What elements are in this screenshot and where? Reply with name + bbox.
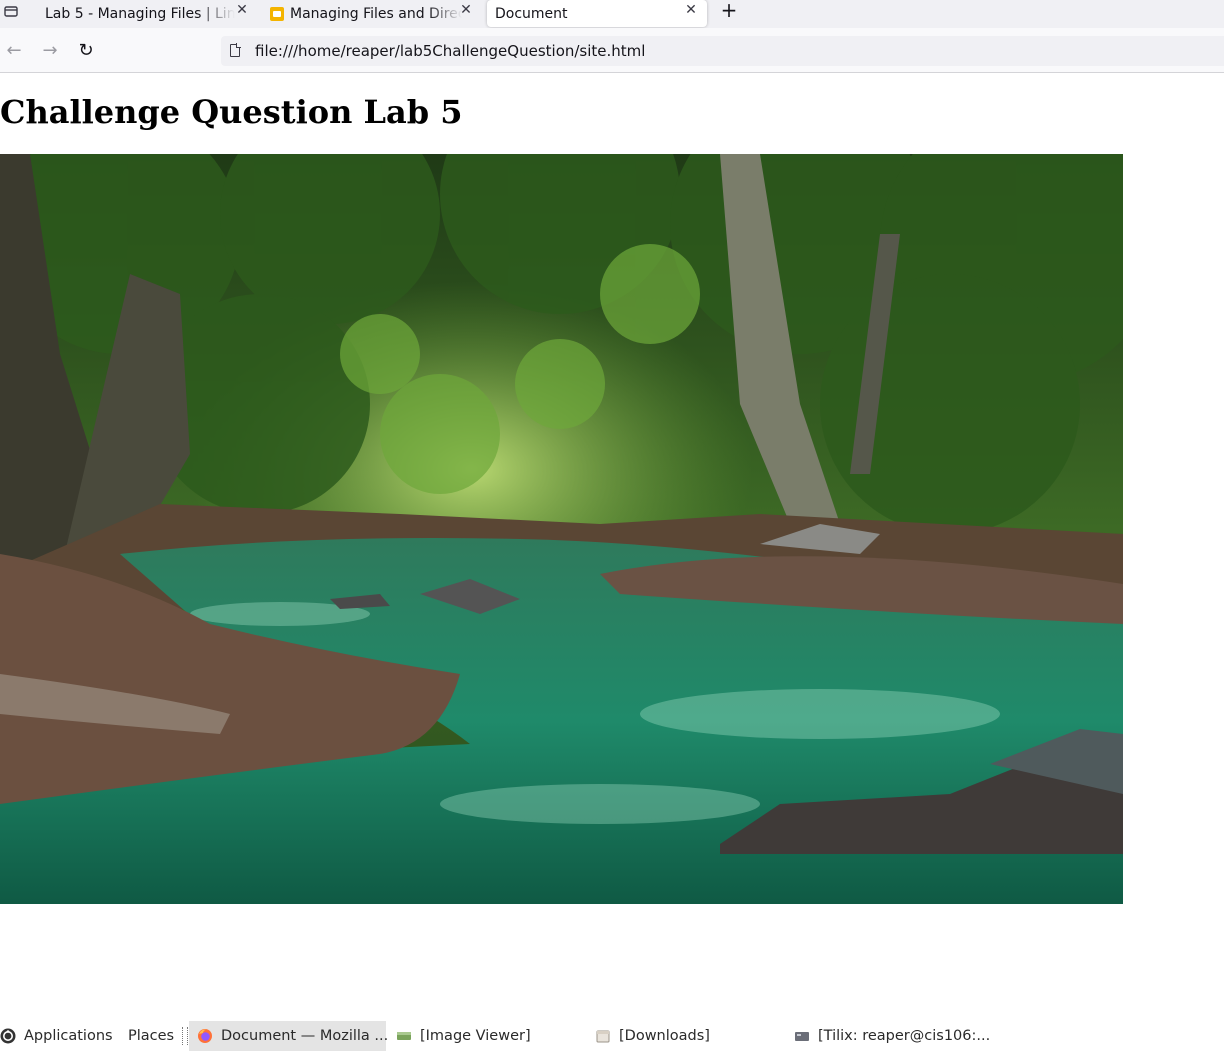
window-label: [Image Viewer]	[420, 1028, 531, 1044]
taskbar-window-firefox[interactable]: Document — Mozilla ...	[189, 1021, 389, 1051]
page-icon	[230, 43, 241, 57]
terminal-icon	[795, 1032, 809, 1041]
page-title: Challenge Question Lab 5	[0, 93, 463, 131]
tab-close-icon[interactable]: ✕	[684, 0, 698, 20]
navigation-toolbar: ← → ↻ file:///home/reaper/lab5ChallengeQ…	[0, 28, 1224, 73]
taskbar-window-image-viewer[interactable]: [Image Viewer]	[396, 1021, 531, 1051]
tab-label: Document	[495, 5, 568, 22]
image-viewer-icon	[397, 1032, 411, 1040]
applications-label: Applications	[24, 1028, 113, 1044]
taskbar-window-tilix[interactable]: [Tilix: reaper@cis106:...	[794, 1021, 990, 1051]
tab-managing-files-directories[interactable]: Managing Files and Directories ✕	[262, 0, 477, 27]
system-logo-icon	[0, 1028, 16, 1044]
taskbar-separator	[182, 1027, 188, 1045]
desktop-taskbar: Applications Places Document — Mozilla .…	[0, 1021, 1224, 1051]
taskbar-window-downloads[interactable]: [Downloads]	[595, 1021, 710, 1051]
window-label: Document — Mozilla ...	[221, 1028, 389, 1044]
tab-close-icon[interactable]: ✕	[459, 0, 473, 20]
tab-lab5-managing-files[interactable]: Lab 5 - Managing Files | Linux ✕	[35, 0, 250, 27]
forward-button[interactable]: →	[40, 40, 60, 61]
tab-strip: Lab 5 - Managing Files | Linux ✕ Managin…	[0, 0, 1224, 28]
folder-icon	[596, 1030, 610, 1043]
url-text[interactable]: file:///home/reaper/lab5ChallengeQuestio…	[255, 42, 645, 60]
tab-label: Lab 5 - Managing Files | Linux	[45, 5, 235, 22]
list-all-tabs-button[interactable]	[0, 0, 22, 22]
reload-button[interactable]: ↻	[76, 40, 96, 61]
google-slides-icon	[270, 6, 284, 21]
address-bar[interactable]: file:///home/reaper/lab5ChallengeQuestio…	[221, 36, 1224, 66]
tab-list-icon	[4, 6, 18, 17]
window-label: [Downloads]	[619, 1028, 710, 1044]
new-tab-button[interactable]: +	[719, 0, 739, 22]
tab-label: Managing Files and Directories	[290, 5, 462, 22]
back-button[interactable]: ←	[4, 40, 24, 61]
applications-menu[interactable]: Applications	[0, 1021, 113, 1051]
places-label: Places	[128, 1028, 175, 1044]
places-menu[interactable]: Places	[128, 1021, 174, 1051]
tab-document[interactable]: Document ✕	[487, 0, 707, 27]
tab-close-icon[interactable]: ✕	[235, 0, 249, 20]
firefox-icon	[198, 1029, 212, 1043]
window-label: [Tilix: reaper@cis106:...	[818, 1028, 991, 1044]
river-forest-photo	[0, 154, 1123, 904]
